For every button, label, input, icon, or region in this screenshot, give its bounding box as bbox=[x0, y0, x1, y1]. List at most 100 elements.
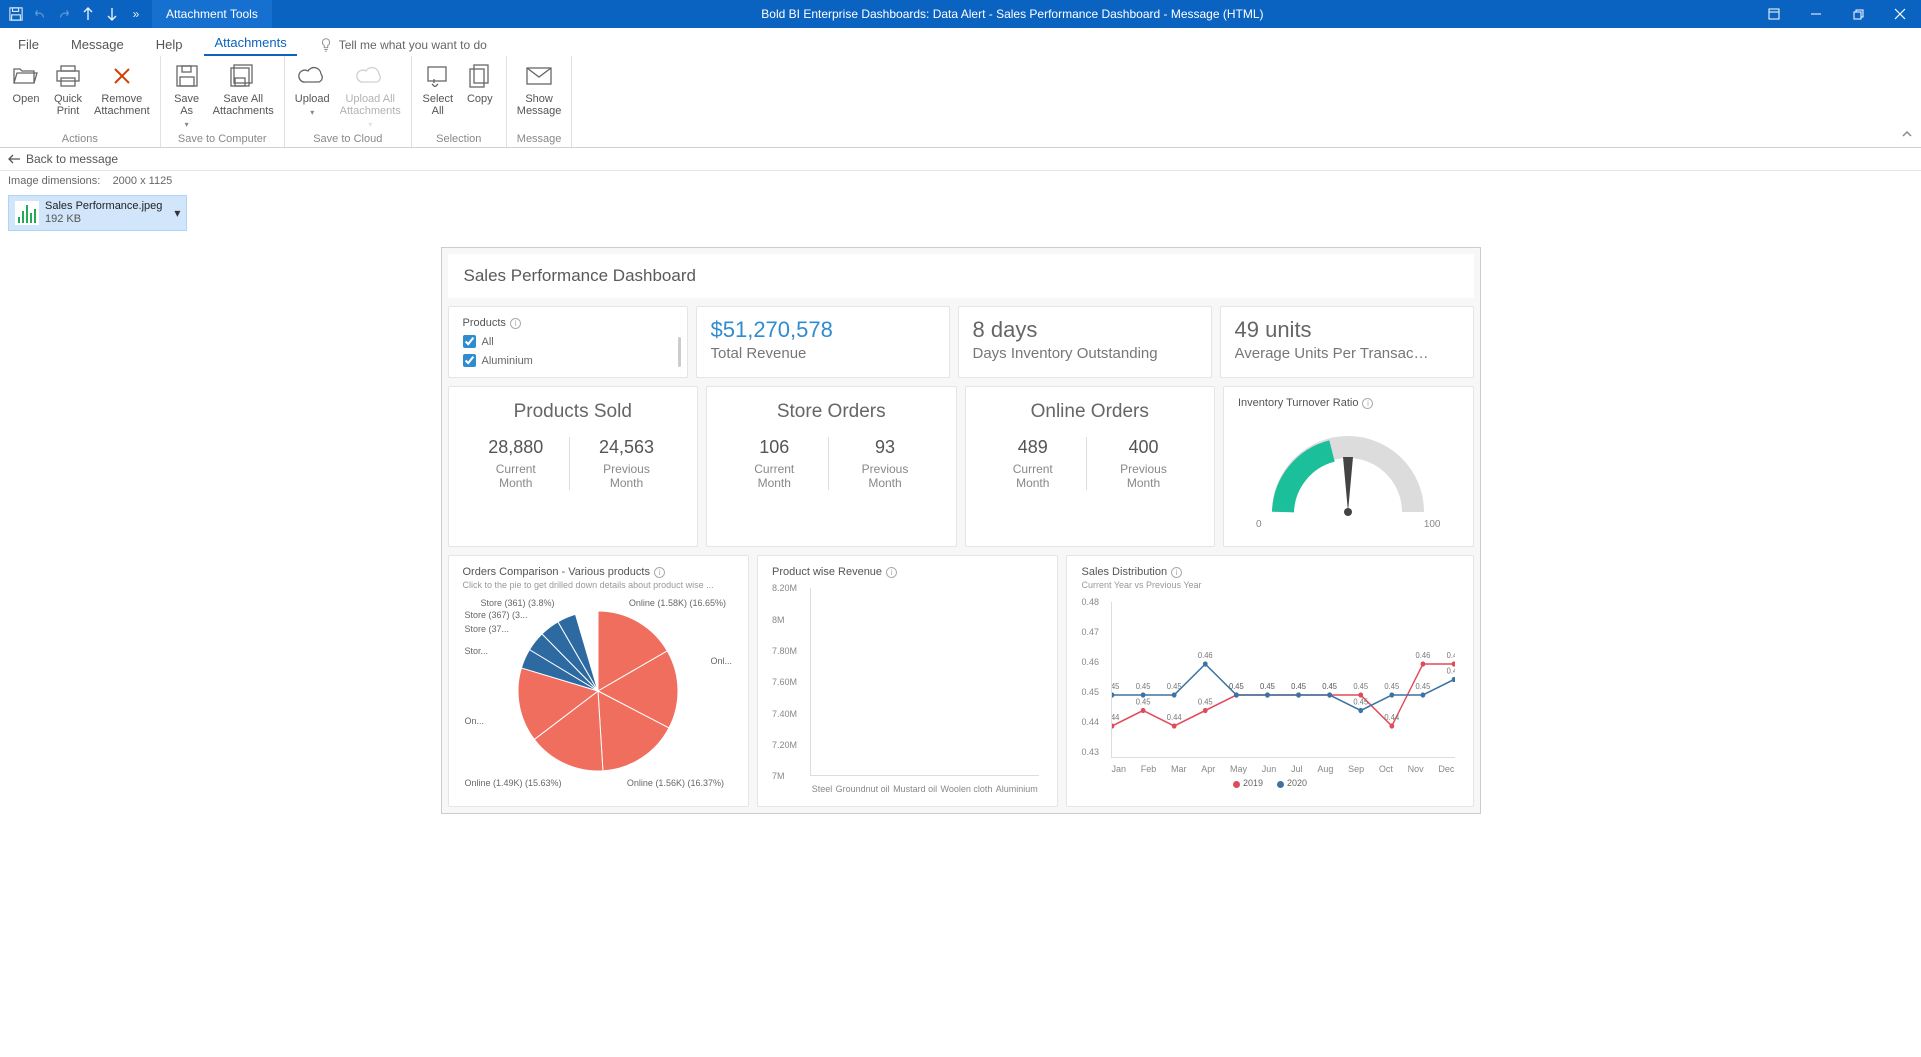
store-orders-card: Store Orders 106Current Month 93Previous… bbox=[706, 386, 957, 547]
qat-overflow-icon[interactable]: » bbox=[124, 2, 148, 26]
tab-attachments[interactable]: Attachments bbox=[204, 31, 296, 56]
attachment-filesize: 192 KB bbox=[45, 213, 162, 226]
show-message-button[interactable]: Show Message bbox=[513, 60, 566, 119]
undo-icon bbox=[28, 2, 52, 26]
info-icon: i bbox=[1362, 398, 1373, 409]
upload-button[interactable]: Upload▾ bbox=[291, 60, 334, 131]
tell-me-placeholder: Tell me what you want to do bbox=[339, 38, 487, 52]
tab-help[interactable]: Help bbox=[146, 33, 193, 56]
tell-me-search[interactable]: Tell me what you want to do bbox=[309, 34, 497, 56]
svg-text:0.45: 0.45 bbox=[1323, 682, 1338, 691]
online-orders-card: Online Orders 489Current Month 400Previo… bbox=[965, 386, 1216, 547]
info-icon: i bbox=[654, 567, 665, 578]
save-as-button[interactable]: Save As▾ bbox=[167, 60, 207, 131]
window-title: Bold BI Enterprise Dashboards: Data Aler… bbox=[272, 7, 1753, 21]
save-all-button[interactable]: Save All Attachments bbox=[209, 60, 278, 131]
window-titlebar: » Attachment Tools Bold BI Enterprise Da… bbox=[0, 0, 1921, 28]
lightbulb-icon bbox=[319, 38, 333, 52]
save-all-icon bbox=[229, 62, 257, 90]
remove-attachment-button[interactable]: Remove Attachment bbox=[90, 60, 154, 119]
svg-text:0.45: 0.45 bbox=[1416, 682, 1431, 691]
collapse-ribbon-icon[interactable] bbox=[1901, 128, 1913, 143]
kpi-value: 49 units bbox=[1235, 317, 1459, 343]
sales-distribution-card: Sales Distributioni Current Year vs Prev… bbox=[1066, 555, 1473, 807]
close-icon[interactable] bbox=[1879, 0, 1921, 28]
maximize-icon[interactable] bbox=[1837, 0, 1879, 28]
svg-text:0.44: 0.44 bbox=[1112, 713, 1120, 722]
image-dimensions-row: Image dimensions: 2000 x 1125 bbox=[0, 171, 1921, 191]
kpi-total-revenue: $51,270,578 Total Revenue bbox=[696, 306, 950, 378]
save-disk-icon bbox=[173, 62, 201, 90]
kpi-label: Total Revenue bbox=[711, 345, 935, 362]
kpi-label: Days Inventory Outstanding bbox=[973, 345, 1197, 362]
scrollbar bbox=[678, 337, 681, 367]
orders-comparison-card: Orders Comparison - Various productsi Cl… bbox=[448, 555, 749, 807]
image-dimensions-label: Image dimensions: bbox=[8, 175, 100, 187]
open-button[interactable]: Open bbox=[6, 60, 46, 119]
filter-option-all: All bbox=[463, 335, 673, 348]
folder-open-icon bbox=[12, 62, 40, 90]
remove-x-icon bbox=[108, 62, 136, 90]
ribbon-group-save-computer: Save to Computer bbox=[167, 131, 278, 145]
copy-button[interactable]: Copy bbox=[460, 60, 500, 119]
kpi-avg-units: 49 units Average Units Per Transac… bbox=[1220, 306, 1474, 378]
ribbon-group-actions: Actions bbox=[6, 131, 154, 145]
info-icon: i bbox=[1171, 567, 1182, 578]
svg-text:0.44: 0.44 bbox=[1385, 713, 1400, 722]
envelope-icon bbox=[525, 62, 553, 90]
info-icon: i bbox=[510, 318, 521, 329]
info-icon: i bbox=[886, 567, 897, 578]
select-all-button[interactable]: Select All bbox=[418, 60, 458, 119]
redo-icon bbox=[52, 2, 76, 26]
copy-icon bbox=[466, 62, 494, 90]
svg-text:0.44: 0.44 bbox=[1167, 713, 1182, 722]
attachment-thumbnail-icon bbox=[15, 201, 39, 225]
svg-text:0.46: 0.46 bbox=[1416, 651, 1431, 660]
svg-text:0.45: 0.45 bbox=[1229, 682, 1244, 691]
ribbon: Open Quick Print Remove Attachment Actio… bbox=[0, 56, 1921, 148]
svg-text:0.46: 0.46 bbox=[1198, 651, 1213, 660]
attachment-filename: Sales Performance.jpeg bbox=[45, 200, 162, 213]
select-all-icon bbox=[424, 62, 452, 90]
svg-text:0.45: 0.45 bbox=[1354, 697, 1369, 706]
kpi-label: Average Units Per Transac… bbox=[1235, 345, 1459, 362]
chevron-down-icon[interactable]: ▾ bbox=[174, 206, 180, 220]
ribbon-display-options-icon[interactable] bbox=[1753, 0, 1795, 28]
minimize-icon[interactable] bbox=[1795, 0, 1837, 28]
svg-text:0.45: 0.45 bbox=[1167, 682, 1182, 691]
kpi-value: 8 days bbox=[973, 317, 1197, 343]
tab-file[interactable]: File bbox=[8, 33, 49, 56]
ribbon-tabs: File Message Help Attachments Tell me wh… bbox=[0, 28, 1921, 56]
back-to-message-label: Back to message bbox=[26, 152, 118, 166]
cloud-upload-all-icon bbox=[356, 62, 384, 90]
save-icon[interactable] bbox=[4, 2, 28, 26]
products-filter-card: Productsi All Aluminium bbox=[448, 306, 688, 378]
svg-text:0.45: 0.45 bbox=[1385, 682, 1400, 691]
svg-text:0.45: 0.45 bbox=[1136, 682, 1151, 691]
svg-text:0.46: 0.46 bbox=[1447, 651, 1454, 660]
tab-message[interactable]: Message bbox=[61, 33, 134, 56]
ribbon-group-message: Message bbox=[513, 131, 566, 145]
back-to-message-bar[interactable]: Back to message bbox=[0, 148, 1921, 171]
dashboard-image: Sales Performance Dashboard Productsi Al… bbox=[441, 247, 1481, 814]
svg-text:0.45: 0.45 bbox=[1198, 697, 1213, 706]
printer-icon bbox=[54, 62, 82, 90]
upload-all-button: Upload All Attachments▾ bbox=[336, 60, 405, 131]
attachment-chip[interactable]: Sales Performance.jpeg 192 KB ▾ bbox=[8, 195, 187, 231]
contextual-tab-label: Attachment Tools bbox=[152, 0, 272, 28]
filter-option: Aluminium bbox=[463, 354, 673, 367]
product-revenue-card: Product wise Revenuei 8.20M8M7.80M7.60M7… bbox=[757, 555, 1059, 807]
image-dimensions-value: 2000 x 1125 bbox=[113, 175, 173, 187]
kpi-value: $51,270,578 bbox=[711, 317, 935, 343]
quick-print-button[interactable]: Quick Print bbox=[48, 60, 88, 119]
dashboard-title: Sales Performance Dashboard bbox=[448, 254, 1474, 298]
quick-access-toolbar: » bbox=[0, 2, 152, 26]
previous-item-icon[interactable] bbox=[76, 2, 100, 26]
attachment-preview-pane: Sales Performance Dashboard Productsi Al… bbox=[0, 237, 1921, 1057]
next-item-icon[interactable] bbox=[100, 2, 124, 26]
svg-text:0.45: 0.45 bbox=[1136, 697, 1151, 706]
svg-text:0.45: 0.45 bbox=[1354, 682, 1369, 691]
ribbon-group-selection: Selection bbox=[418, 131, 500, 145]
kpi-days-inventory: 8 days Days Inventory Outstanding bbox=[958, 306, 1212, 378]
svg-text:0.45: 0.45 bbox=[1261, 682, 1276, 691]
